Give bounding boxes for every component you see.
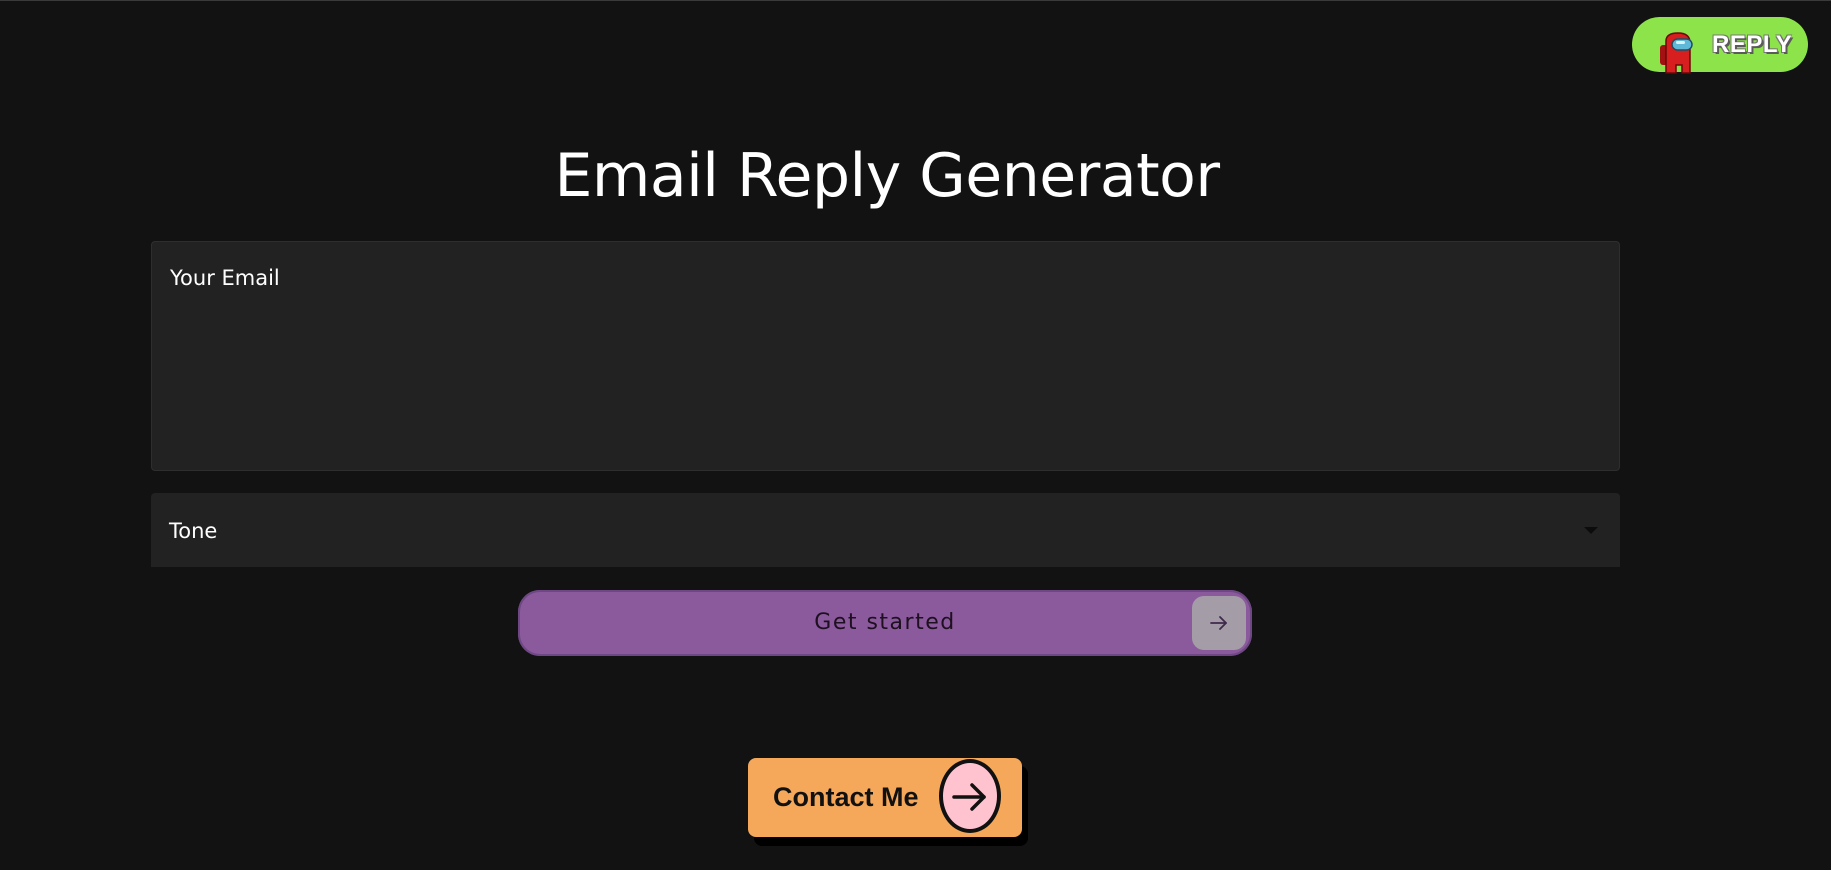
tone-select[interactable]: Tone: [151, 493, 1620, 567]
get-started-arrow-box: [1192, 596, 1246, 650]
page: REPLY Email Reply Generator Your Email T…: [0, 0, 1831, 870]
dropdown-caret-icon: [1584, 527, 1598, 534]
email-textarea[interactable]: Your Email: [151, 241, 1620, 471]
crewmate-icon: [1660, 32, 1693, 74]
contact-button-wrapper: Contact Me: [748, 758, 1028, 848]
get-started-button[interactable]: Get started: [518, 590, 1252, 656]
tone-select-label: Tone: [169, 519, 218, 543]
get-started-label: Get started: [814, 610, 956, 635]
page-title: Email Reply Generator: [554, 141, 1220, 211]
reply-badge[interactable]: REPLY: [1632, 17, 1808, 74]
arrow-right-icon: [1210, 616, 1227, 630]
contact-arrow-circle: [939, 759, 1001, 833]
reply-label: REPLY: [1712, 31, 1793, 58]
arrow-right-icon: [952, 783, 986, 811]
email-field-label: Your Email: [170, 266, 280, 290]
contact-me-label: Contact Me: [773, 782, 919, 812]
contact-me-button[interactable]: Contact Me: [748, 758, 1022, 837]
